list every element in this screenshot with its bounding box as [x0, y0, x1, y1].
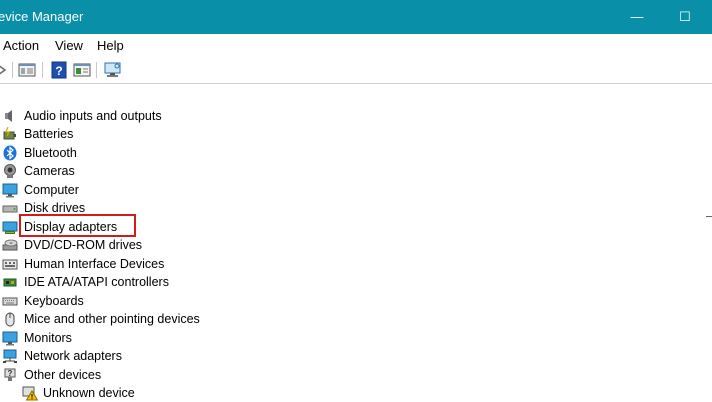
- tree-item-bluetooth[interactable]: Bluetooth: [0, 144, 700, 162]
- tree-item-keyboards[interactable]: Keyboards: [0, 292, 700, 310]
- ide-controller-icon: [3, 278, 17, 287]
- tree-item-label: Mice and other pointing devices: [24, 312, 200, 326]
- disk-drive-icon: [2, 205, 18, 213]
- maximize-button[interactable]: ☐: [662, 0, 708, 34]
- toolbar-separator: [12, 62, 13, 78]
- other-devices-icon: ?: [4, 368, 16, 381]
- maximize-icon: ☐: [679, 9, 691, 24]
- display-adapter-icon: [2, 221, 18, 234]
- mouse-icon: [5, 312, 15, 327]
- tree-item-label: Network adapters: [24, 349, 122, 363]
- svg-text:?: ?: [55, 64, 62, 78]
- tree-item-label: Cameras: [24, 164, 75, 178]
- tree-item-label: Bluetooth: [24, 146, 77, 160]
- update-driver-icon[interactable]: [73, 61, 91, 79]
- title-bar: evice Manager — ☐: [0, 0, 712, 34]
- tree-item-label: Other devices: [24, 368, 102, 382]
- scan-hardware-icon[interactable]: [104, 61, 122, 79]
- network-adapter-icon: [3, 349, 17, 363]
- tree-item-label: Keyboards: [24, 294, 84, 308]
- battery-icon: [3, 126, 16, 140]
- bluetooth-icon: [3, 145, 17, 161]
- tree-item-label: Unknown device: [43, 386, 135, 400]
- tree-item-network-adapters[interactable]: Network adapters: [0, 347, 700, 365]
- minimize-button[interactable]: —: [614, 0, 660, 34]
- tree-item-cameras[interactable]: Cameras: [0, 162, 700, 180]
- tree-item-label: Disk drives: [24, 201, 86, 215]
- tree-item-batteries[interactable]: Batteries: [0, 125, 700, 143]
- svg-text:?: ?: [8, 369, 13, 378]
- forward-arrow-icon[interactable]: [0, 61, 12, 79]
- tree-item-unknown-device[interactable]: Unknown device: [0, 384, 700, 402]
- properties-icon[interactable]: [18, 61, 36, 79]
- menu-action[interactable]: Action: [3, 38, 39, 53]
- tree-item-label: Audio inputs and outputs: [24, 109, 162, 123]
- highlight-box: [19, 214, 136, 237]
- menu-view[interactable]: View: [55, 38, 83, 53]
- tree-item-computer[interactable]: Computer: [0, 181, 700, 199]
- tree-item-hid[interactable]: Human Interface Devices: [0, 255, 700, 273]
- hid-icon: [2, 259, 18, 270]
- computer-icon: [2, 183, 18, 198]
- unknown-device-warning-icon: [22, 386, 38, 401]
- tree-item-label: IDE ATA/ATAPI controllers: [24, 275, 169, 289]
- help-icon[interactable]: ?: [50, 61, 68, 79]
- tree-item-audio[interactable]: Audio inputs and outputs: [0, 107, 700, 125]
- tree-item-other-devices[interactable]: ? Other devices: [0, 366, 700, 384]
- tree-item-ide[interactable]: IDE ATA/ATAPI controllers: [0, 273, 700, 291]
- minimize-icon: —: [630, 9, 644, 24]
- tree-item-label: Computer: [24, 183, 79, 197]
- toolbar: ?: [0, 57, 712, 84]
- monitor-icon: [2, 331, 18, 346]
- tree-item-label: Human Interface Devices: [24, 257, 165, 271]
- tree-item-monitors[interactable]: Monitors: [0, 329, 700, 347]
- right-edge-mark: [706, 216, 712, 217]
- dvd-drive-icon: [2, 239, 18, 251]
- tree-item-label: Batteries: [24, 127, 74, 141]
- keyboard-icon: [2, 297, 18, 306]
- menu-bar: Action View Help: [0, 34, 712, 56]
- window-title: evice Manager: [0, 9, 84, 24]
- toolbar-separator: [42, 62, 43, 78]
- tree-item-mice[interactable]: Mice and other pointing devices: [0, 310, 700, 328]
- speaker-icon: [5, 110, 12, 122]
- tree-item-dvd-drives[interactable]: DVD/CD-ROM drives: [0, 236, 700, 254]
- camera-icon: [4, 164, 16, 178]
- tree-item-label: Monitors: [24, 331, 72, 345]
- menu-help[interactable]: Help: [97, 38, 124, 53]
- tree-item-label: DVD/CD-ROM drives: [24, 238, 143, 252]
- toolbar-separator: [96, 62, 97, 78]
